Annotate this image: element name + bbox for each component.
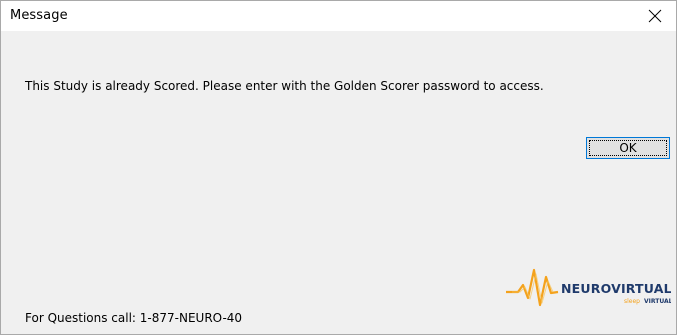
close-icon — [648, 9, 662, 23]
neurovirtual-logo: NEUROVIRTUAL sleep VIRTUAL — [506, 265, 673, 309]
ok-button[interactable]: OK — [586, 137, 670, 159]
close-button[interactable] — [634, 1, 676, 31]
support-phone-text: For Questions call: 1-877-NEURO-40 — [25, 311, 243, 325]
svg-text:VIRTUAL: VIRTUAL — [644, 298, 671, 305]
svg-text:NEUROVIRTUAL: NEUROVIRTUAL — [561, 281, 671, 296]
message-dialog: Message This Study is already Scored. Pl… — [0, 0, 677, 335]
message-text: This Study is already Scored. Please ent… — [25, 79, 544, 93]
title-bar[interactable]: Message — [1, 1, 676, 31]
svg-text:sleep: sleep — [624, 298, 640, 305]
window-title: Message — [10, 8, 68, 23]
